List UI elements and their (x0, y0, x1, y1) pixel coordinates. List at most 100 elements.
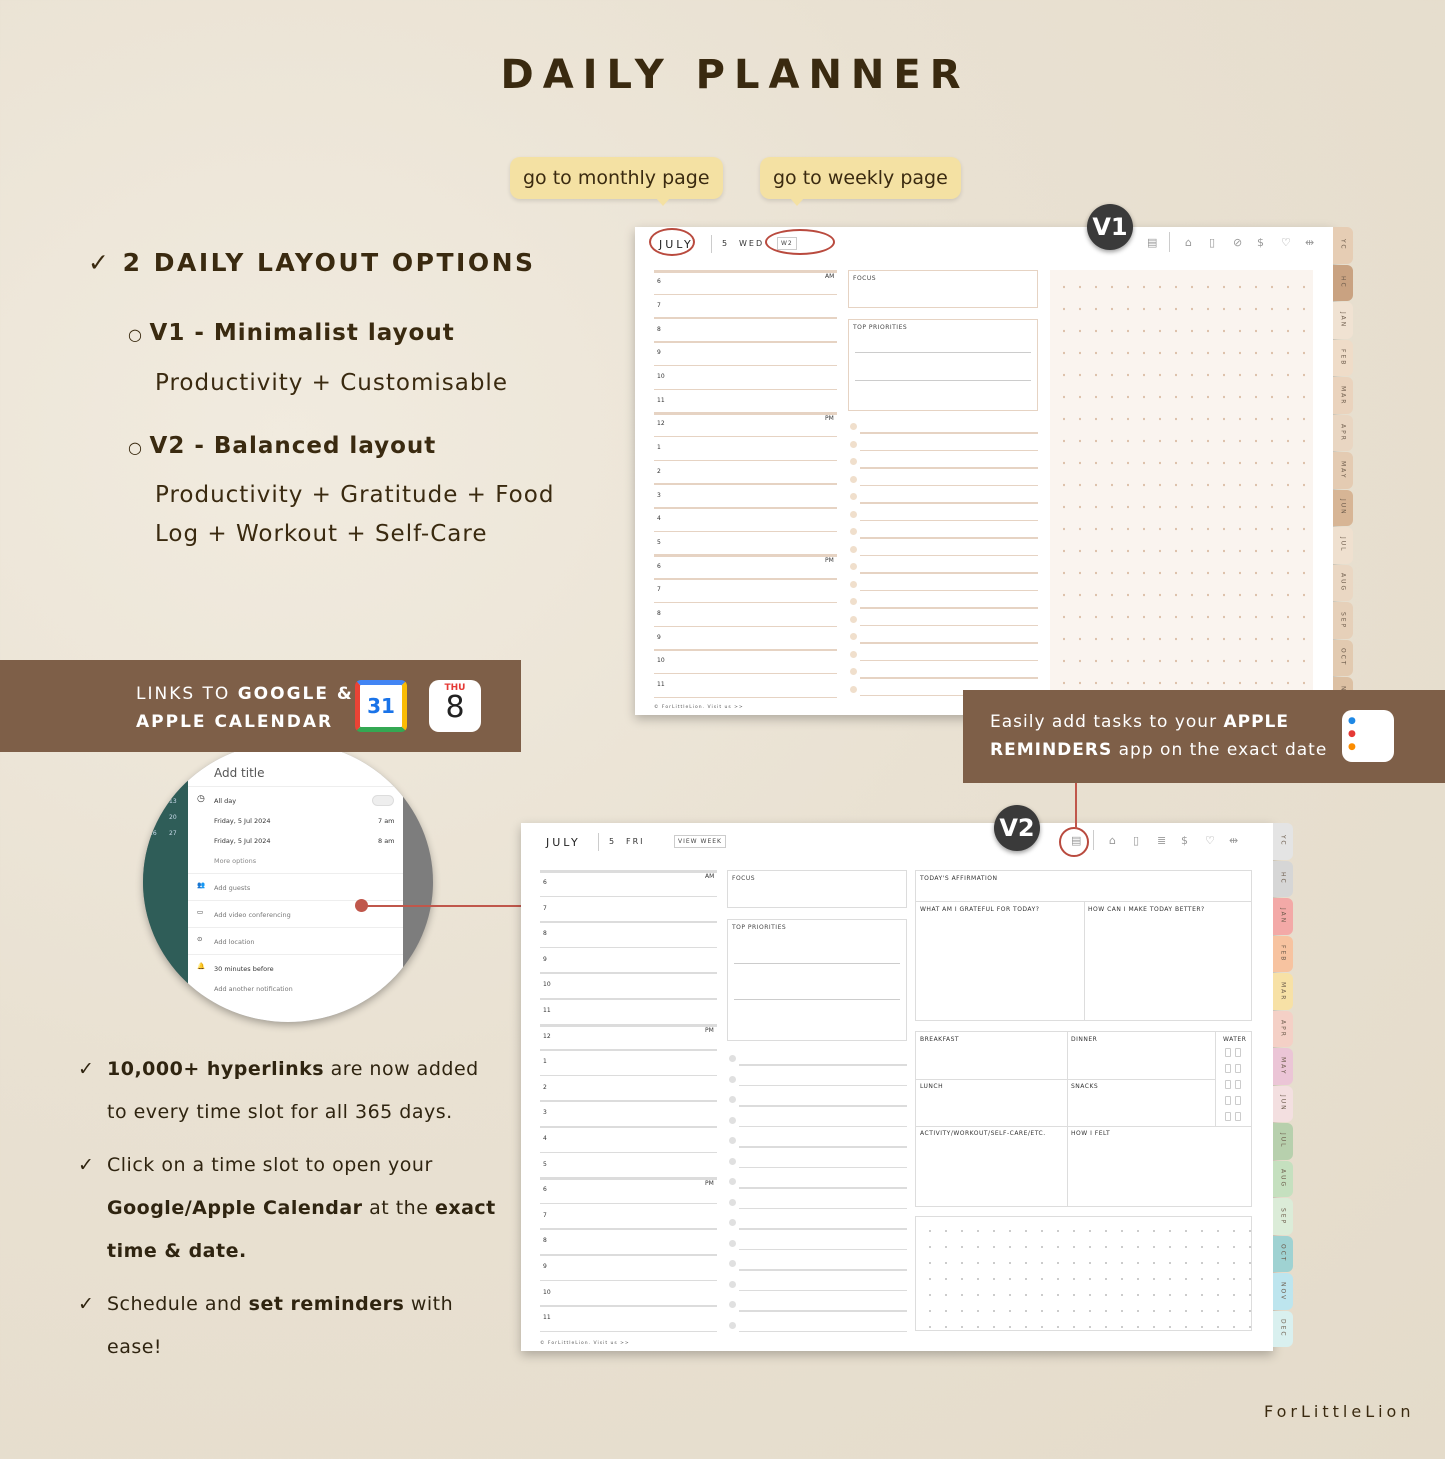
todo-checkbox[interactable] (850, 668, 857, 675)
todo-checkbox[interactable] (850, 458, 857, 465)
todo-line[interactable] (739, 1330, 907, 1332)
todo-line[interactable] (739, 1289, 907, 1291)
mini-cal-day[interactable]: 26 (149, 830, 169, 837)
time-slot[interactable] (540, 1027, 717, 1050)
focus-box[interactable]: FOCUS (727, 870, 907, 908)
footer-link[interactable]: © ForLittleLion. Visit us >> (540, 1341, 630, 1346)
dollar-icon[interactable]: $ (1181, 834, 1188, 847)
tab-yc[interactable]: YC (1333, 227, 1353, 264)
tab-sep[interactable]: SEP (1273, 1198, 1293, 1235)
dollar-icon[interactable]: $ (1257, 236, 1264, 249)
more-options[interactable]: More options (214, 857, 256, 865)
water-glass-checkbox[interactable] (1235, 1048, 1241, 1057)
google-calendar-icon[interactable]: 31 (355, 680, 407, 732)
tab-jun[interactable]: JUN (1333, 489, 1353, 526)
top-priorities-box[interactable]: TOP PRIORITIES (727, 919, 907, 1041)
todo-checkbox[interactable] (850, 528, 857, 535)
todo-checkbox[interactable] (729, 1137, 736, 1144)
calendar-icon[interactable]: ▤ (1147, 236, 1157, 249)
todo-line[interactable] (739, 1269, 907, 1271)
todo-line[interactable] (860, 502, 1038, 504)
tab-aug[interactable]: AUG (1333, 564, 1353, 601)
tab-dec[interactable]: DEC (1273, 1310, 1293, 1347)
time-slot[interactable] (654, 652, 837, 673)
time-slot[interactable] (540, 1052, 717, 1075)
time-slot[interactable] (654, 297, 837, 318)
tab-jul[interactable]: JUL (1333, 527, 1353, 564)
todo-line[interactable] (739, 1125, 907, 1127)
water-glass-checkbox[interactable] (1225, 1080, 1231, 1089)
dumbbell-icon[interactable]: ⇹ (1305, 236, 1314, 249)
todo-checkbox[interactable] (729, 1198, 736, 1206)
water-glass-checkbox[interactable] (1225, 1064, 1231, 1073)
todo-checkbox[interactable] (850, 510, 857, 518)
todo-line[interactable] (860, 537, 1038, 539)
todo-checkbox[interactable] (729, 1301, 736, 1308)
todo-line[interactable] (860, 432, 1038, 434)
time-slot[interactable] (654, 534, 837, 555)
todo-checkbox[interactable] (850, 545, 857, 553)
tab-jan[interactable]: JAN (1333, 302, 1353, 339)
end-time[interactable]: 8 am (378, 837, 395, 845)
time-slot[interactable] (654, 605, 837, 626)
water-glass-checkbox[interactable] (1235, 1064, 1241, 1073)
todo-line[interactable] (739, 1146, 907, 1148)
time-slot[interactable] (540, 1257, 717, 1280)
time-slot[interactable] (540, 1001, 717, 1024)
time-slot[interactable] (654, 629, 837, 650)
todo-checkbox[interactable] (850, 615, 857, 623)
dot-grid-notes[interactable] (915, 1216, 1252, 1331)
tab-jun[interactable]: JUN (1273, 1085, 1293, 1122)
todo-checkbox[interactable] (729, 1157, 736, 1165)
todo-line[interactable] (739, 1207, 907, 1209)
time-slot[interactable] (540, 873, 717, 896)
todo-checkbox[interactable] (850, 580, 857, 588)
tab-nov[interactable]: NOV (1273, 1273, 1293, 1310)
todo-line[interactable] (860, 607, 1038, 609)
todo-line[interactable] (860, 554, 1038, 556)
tab-feb[interactable]: FEB (1333, 339, 1353, 376)
page-icon[interactable]: ▯ (1209, 236, 1215, 249)
todo-checkbox[interactable] (729, 1055, 736, 1062)
todo-checkbox[interactable] (729, 1075, 736, 1083)
notification[interactable]: 30 minutes before (214, 965, 274, 973)
title-input[interactable]: Add title (214, 766, 265, 780)
todo-checkbox[interactable] (850, 440, 857, 448)
footer-link[interactable]: © ForLittleLion. Visit us >> (654, 705, 744, 710)
todo-checkbox[interactable] (729, 1116, 736, 1124)
todo-checkbox[interactable] (729, 1219, 736, 1226)
todo-checkbox[interactable] (850, 650, 857, 658)
add-location[interactable]: Add location (214, 938, 254, 946)
time-slot[interactable] (654, 463, 837, 484)
tab-may[interactable]: MAY (1333, 452, 1353, 489)
time-slot[interactable] (654, 439, 837, 460)
todo-checkbox[interactable] (850, 563, 857, 570)
start-date[interactable]: Friday, 5 Jul 2024 (214, 817, 271, 825)
water-glass-checkbox[interactable] (1225, 1048, 1231, 1057)
tab-aug[interactable]: AUG (1273, 1160, 1293, 1197)
todo-line[interactable] (739, 1228, 907, 1230)
dot-grid-notes[interactable] (1050, 270, 1313, 690)
list-icon[interactable]: ≣ (1157, 834, 1166, 847)
time-slot[interactable] (540, 1231, 717, 1254)
time-slot[interactable] (654, 273, 837, 294)
water-glass-checkbox[interactable] (1225, 1112, 1231, 1121)
todo-checkbox[interactable] (850, 475, 857, 483)
water-glass-checkbox[interactable] (1225, 1096, 1231, 1105)
dumbbell-icon[interactable]: ⇹ (1229, 834, 1238, 847)
time-slot[interactable] (540, 924, 717, 947)
todo-line[interactable] (739, 1105, 907, 1107)
todo-line[interactable] (860, 572, 1038, 574)
todo-line[interactable] (739, 1187, 907, 1189)
water-glass-checkbox[interactable] (1235, 1112, 1241, 1121)
mini-cal-day[interactable]: 20 (169, 814, 189, 821)
end-date[interactable]: Friday, 5 Jul 2024 (214, 837, 271, 845)
todo-checkbox[interactable] (850, 633, 857, 640)
todo-line[interactable] (739, 1064, 907, 1066)
time-slot[interactable] (654, 392, 837, 413)
top-priorities-box[interactable]: TOP PRIORITIES (848, 319, 1038, 411)
mini-cal-day[interactable]: 19 (149, 814, 169, 821)
time-slot[interactable] (540, 1155, 717, 1178)
todo-line[interactable] (860, 467, 1038, 469)
tab-oct[interactable]: OCT (1333, 639, 1353, 676)
